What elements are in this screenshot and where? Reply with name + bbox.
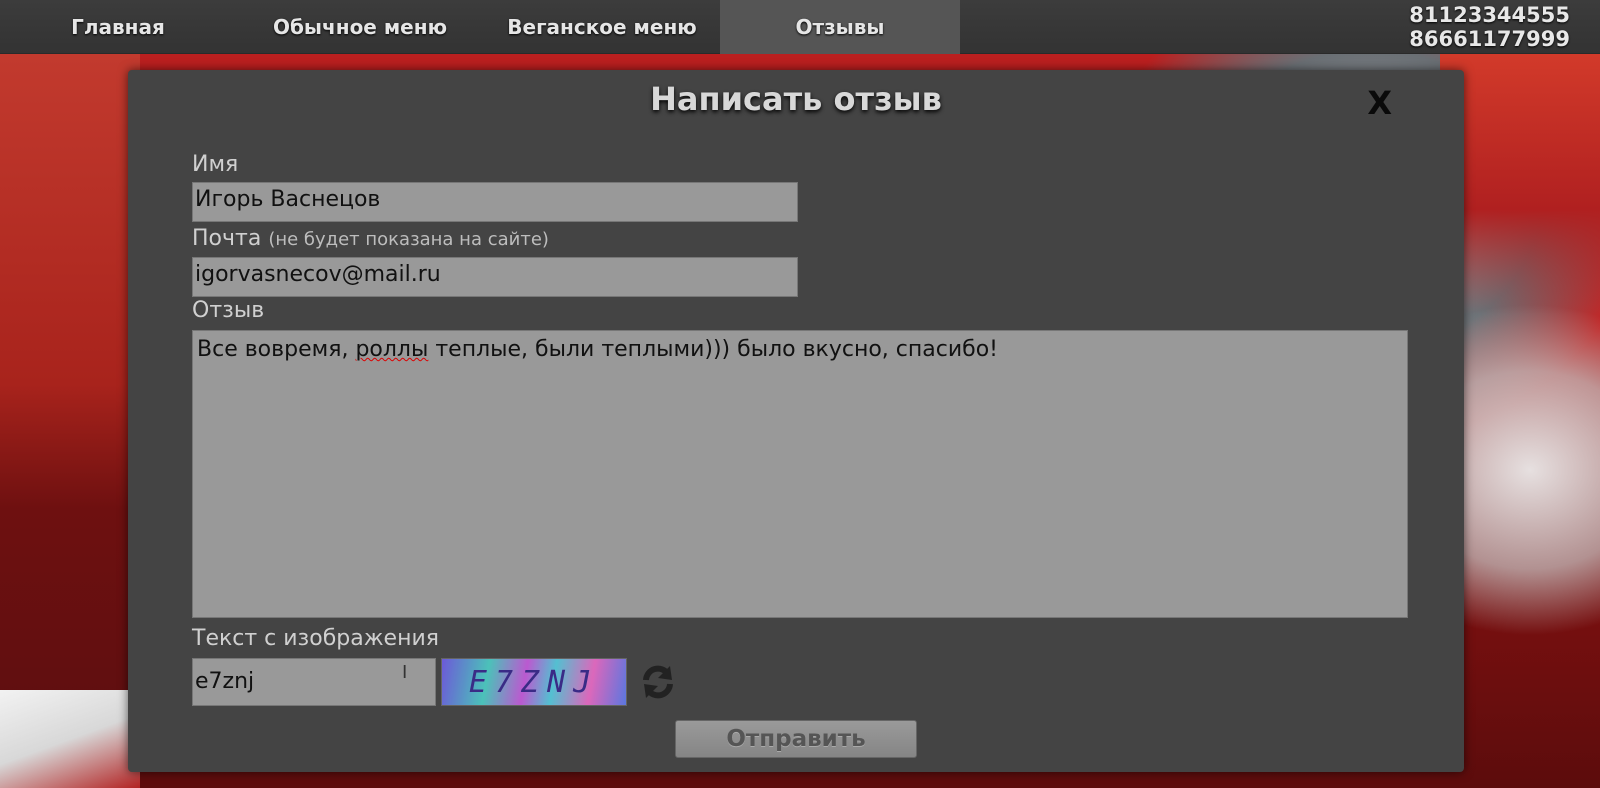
modal-title: Написать отзыв (650, 80, 942, 118)
background-bottom-left (0, 690, 140, 788)
background-right-panel (1440, 54, 1600, 314)
captcha-label: Текст с изображения (192, 626, 439, 651)
nav-item-vegan-menu[interactable]: Веганское меню (484, 0, 720, 54)
phone-number-2: 86661177999 (1409, 27, 1570, 51)
review-label: Отзыв (192, 298, 265, 323)
review-text-part-1: Все вовремя, (197, 337, 356, 362)
submit-button[interactable]: Отправить (675, 720, 917, 758)
background-left-panel (0, 54, 140, 788)
nav-item-regular-menu[interactable]: Обычное меню (236, 0, 484, 54)
email-hint: (не будет показана на сайте) (268, 229, 549, 250)
nav-item-home[interactable]: Главная (0, 0, 236, 54)
name-field[interactable]: Игорь Васнецов (192, 182, 798, 222)
phone-number-1: 81123344555 (1409, 3, 1570, 27)
email-label-text: Почта (192, 226, 262, 251)
email-field[interactable]: igorvasnecov@mail.ru (192, 257, 798, 297)
refresh-icon[interactable] (636, 660, 680, 704)
review-text-part-2: теплые, были теплыми))) было вкусно, спа… (428, 337, 998, 362)
name-label: Имя (192, 152, 239, 177)
review-modal: Написать отзыв X Имя Игорь Васнецов Почт… (128, 70, 1464, 772)
review-textarea[interactable]: Все вовремя, роллы теплые, были теплыми)… (192, 330, 1408, 618)
phone-numbers: 81123344555 86661177999 (1409, 3, 1570, 51)
text-cursor-icon: I (402, 662, 408, 683)
captcha-input[interactable]: e7znj (192, 658, 436, 706)
captcha-image: E7ZNJ (441, 658, 627, 706)
nav-item-reviews[interactable]: Отзывы (720, 0, 960, 54)
review-text-misspelled: роллы (355, 337, 429, 362)
email-label: Почта (не будет показана на сайте) (192, 226, 549, 251)
close-icon[interactable]: X (1367, 84, 1392, 122)
top-navigation: Главная Обычное меню Веганское меню Отзы… (0, 0, 1600, 54)
